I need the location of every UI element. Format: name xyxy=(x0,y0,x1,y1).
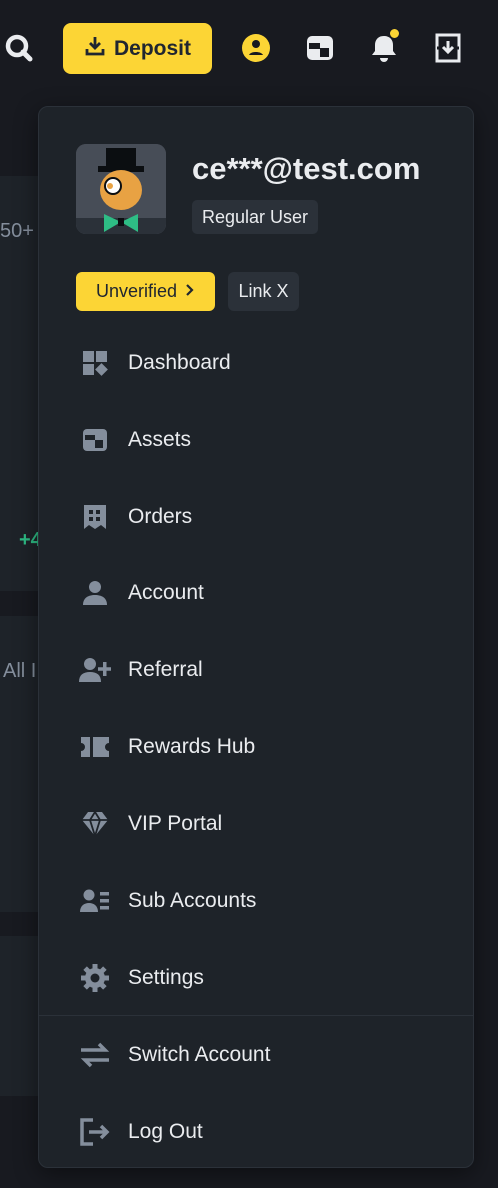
background-text: All I xyxy=(3,660,37,682)
menu-item-dashboard[interactable]: Dashboard xyxy=(39,334,473,392)
deposit-label: Deposit xyxy=(113,36,191,60)
menu-item-orders[interactable]: Orders xyxy=(39,488,473,546)
search-icon[interactable] xyxy=(0,30,36,66)
menu-item-label: Assets xyxy=(128,428,192,451)
menu-item-label: Rewards Hub xyxy=(128,735,256,758)
menu-item-switch-account[interactable]: Switch Account xyxy=(39,1026,473,1084)
user-icon xyxy=(79,577,111,609)
add-user-icon xyxy=(79,654,111,686)
menu-item-account[interactable]: Account xyxy=(39,564,473,622)
dashboard-icon xyxy=(79,347,111,379)
user-tier-badge: Regular User xyxy=(192,200,319,234)
menu-item-label: Referral xyxy=(128,658,203,681)
menu-item-label: Sub Accounts xyxy=(128,889,257,912)
wallet-icon xyxy=(79,424,111,456)
menu-item-vip-portal[interactable]: VIP Portal xyxy=(39,795,473,853)
account-dropdown: ce***@test.com Regular User Unverified L… xyxy=(38,106,474,1168)
wallet-icon[interactable] xyxy=(302,30,338,66)
link-x-label: Link X xyxy=(238,281,289,301)
gear-icon xyxy=(79,962,111,994)
avatar[interactable] xyxy=(76,144,166,234)
ticket-icon xyxy=(79,731,111,763)
menu-item-label: Account xyxy=(128,581,204,604)
switch-icon xyxy=(79,1039,111,1071)
notification-dot xyxy=(389,28,400,39)
orders-icon xyxy=(79,501,111,533)
menu-item-label: Settings xyxy=(128,966,204,989)
menu-item-sub-accounts[interactable]: Sub Accounts xyxy=(39,872,473,930)
user-email: ce***@test.com xyxy=(192,151,421,186)
user-icon[interactable] xyxy=(238,30,274,66)
download-arrow-icon xyxy=(84,35,106,63)
menu-item-referral[interactable]: Referral xyxy=(39,641,473,699)
verification-button[interactable]: Unverified xyxy=(76,272,215,311)
sub-accounts-icon xyxy=(79,885,111,917)
menu-divider xyxy=(39,1015,473,1016)
download-icon[interactable] xyxy=(430,30,466,66)
diamond-icon xyxy=(79,808,111,840)
verification-label: Unverified xyxy=(95,281,178,301)
menu-item-label: Orders xyxy=(128,505,193,528)
link-x-button[interactable]: Link X xyxy=(228,272,299,311)
menu-item-label: Dashboard xyxy=(128,351,231,374)
menu-item-rewards-hub[interactable]: Rewards Hub xyxy=(39,718,473,776)
menu-item-settings[interactable]: Settings xyxy=(39,949,473,1007)
logout-icon xyxy=(79,1116,111,1148)
menu-item-label: Switch Account xyxy=(128,1043,271,1066)
top-nav-bar: Deposit xyxy=(0,0,498,100)
menu-item-log-out[interactable]: Log Out xyxy=(39,1103,473,1161)
chevron-right-icon xyxy=(185,281,195,302)
menu-item-label: Log Out xyxy=(128,1120,203,1143)
deposit-button[interactable]: Deposit xyxy=(63,23,212,74)
bell-icon[interactable] xyxy=(366,28,402,66)
menu-item-assets[interactable]: Assets xyxy=(39,411,473,469)
menu-item-label: VIP Portal xyxy=(128,812,223,835)
